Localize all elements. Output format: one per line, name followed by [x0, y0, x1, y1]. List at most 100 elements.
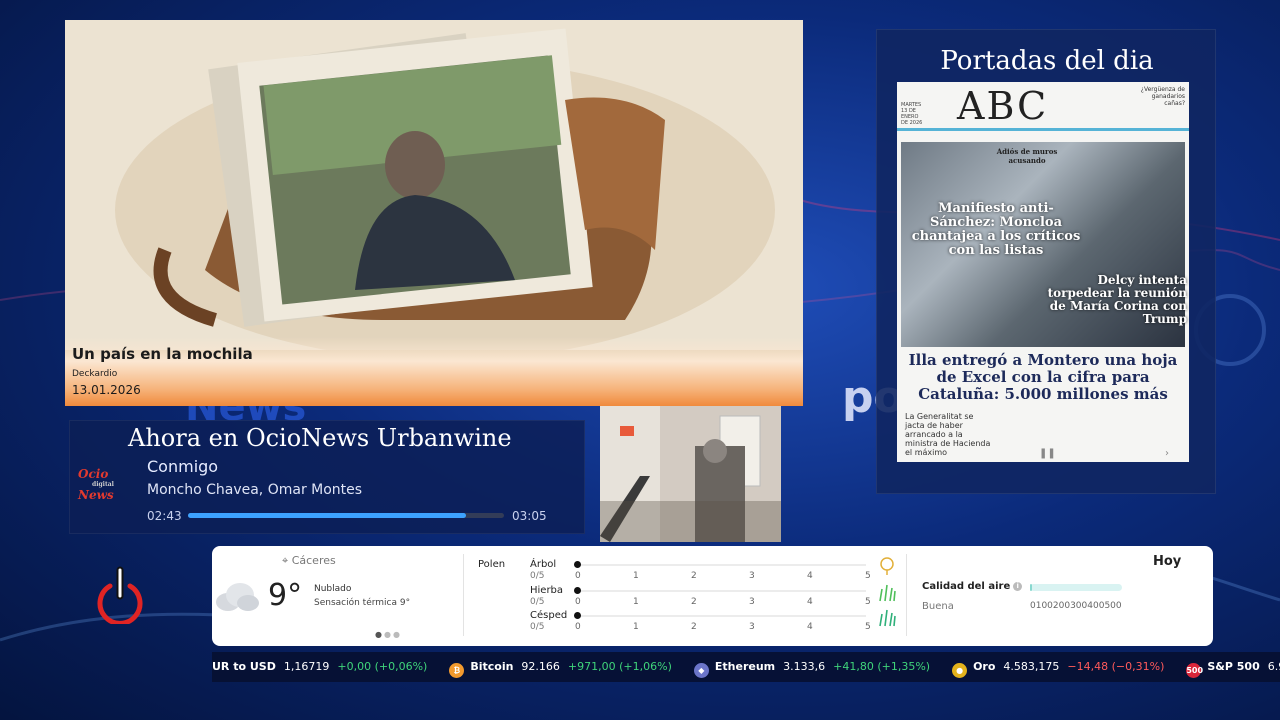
paper-rule [897, 128, 1189, 131]
ticker-name: Ethereum [714, 660, 776, 673]
ticker-price: 92.166 [521, 660, 560, 673]
pollen-scale-tick: 5 [865, 597, 871, 607]
weather-condition: Nublado [314, 584, 352, 594]
air-quality-scale: 0100200300400500 [1030, 601, 1122, 611]
pause-icon[interactable]: ❚❚ [1039, 448, 1056, 459]
carousel-dots[interactable]: ●●● [375, 630, 402, 639]
pollen-value: 0/5 [530, 571, 545, 581]
ticker-price: 1,16719 [283, 660, 330, 673]
pollen-scale-tick: 2 [691, 571, 697, 581]
pollen-level-dot [574, 612, 581, 619]
front-pages-panel: Portadas del dia MARTES 13 DE ENERO DE 2… [876, 29, 1216, 494]
ticker-price: 6.966,6 [1267, 660, 1280, 673]
video-card[interactable]: Un país en la mochila Deckardio 13.01.20… [65, 20, 803, 406]
location-pin-icon: ⌖ [282, 554, 289, 567]
air-quality-bar-fill [1030, 584, 1032, 591]
pollen-scale-tick: 2 [691, 597, 697, 607]
pollen-scale: 0 1 2 3 4 5 [575, 622, 871, 632]
pollen-scale-tick: 4 [807, 571, 813, 581]
market-ticker: UR to USD 1,16719 +0,00 (+0,06%) ₿ Bitcoin 92… [212, 652, 1280, 682]
video-date: 13.01.2026 [72, 383, 141, 397]
paper-headline-left: Manifiesto anti-Sánchez: Moncloa chantaj… [911, 201, 1081, 258]
total-time: 03:05 [512, 509, 547, 523]
pollen-label: Polen [478, 559, 506, 570]
pollen-name: Árbol [530, 559, 557, 570]
paper-date: MARTES 13 DE ENERO DE 2026 [901, 102, 923, 126]
pollen-row: Césped 0/5 0 1 2 3 4 5 [530, 609, 900, 636]
pollen-name: Césped [530, 610, 568, 621]
chevron-right-icon[interactable]: › [1165, 448, 1169, 459]
pollen-level-dot [574, 587, 581, 594]
pollen-scale-tick: 3 [749, 622, 755, 632]
pollen-row: Árbol 0/5 0 1 2 3 4 5 [530, 557, 900, 585]
station-logo: Ocio digital News [78, 467, 114, 502]
ticker-change: +971,00 (+1,06%) [567, 660, 672, 673]
pollen-scale: 0 1 2 3 4 5 [575, 571, 871, 581]
air-quality-bar [1030, 584, 1122, 591]
pollen-scale-tick: 1 [633, 622, 639, 632]
now-playing-panel: Ahora en OcioNews Urbanwine Ocio digital N… [69, 420, 585, 534]
pollen-scale-tick: 3 [749, 597, 755, 607]
chevron-left-icon[interactable]: ‹ [917, 448, 921, 459]
pollen-scale-tick: 0 [575, 622, 581, 632]
air-quality-label: Calidad del aire i [922, 581, 1023, 592]
ticker-name: S&P 500 [1207, 660, 1260, 673]
elapsed-time: 02:43 [147, 509, 182, 523]
pollen-scale-tick: 4 [807, 597, 813, 607]
ticker-change: +41,80 (+1,35%) [833, 660, 931, 673]
air-quality-text: Calidad del aire [922, 581, 1011, 592]
divider [463, 554, 464, 636]
webcam-image [600, 406, 781, 542]
grass-icon [879, 584, 896, 602]
asset-icon: ₿ [449, 663, 465, 678]
ticker-item[interactable]: ₿ Bitcoin 92.166 +971,00 (+1,06%) [449, 660, 672, 678]
pollen-track [576, 615, 866, 617]
weather-location[interactable]: ⌖ Cáceres [282, 554, 336, 568]
video-author: Deckardio [72, 369, 118, 379]
pollen-track [576, 590, 866, 592]
power-icon[interactable] [94, 566, 146, 624]
pollen-scale: 0 1 2 3 4 5 [575, 597, 871, 607]
progress-bar[interactable] [188, 513, 504, 518]
ticker-name: UR to USD [212, 660, 276, 673]
divider [906, 554, 907, 636]
pollen-scale-tick: 5 [865, 571, 871, 581]
pollen-scale-tick: 0 [575, 597, 581, 607]
paper-headline-right: Delcy intenta torpedear la reunión de Ma… [1047, 273, 1187, 326]
video-thumbnail [65, 20, 803, 350]
info-icon[interactable]: i [1013, 582, 1023, 591]
paper-masthead: ABC [957, 84, 1049, 128]
today-label[interactable]: Hoy [1153, 554, 1181, 569]
weather-widget: ⌖ Cáceres 9° Nublado Sensación térmica 9… [212, 546, 1213, 646]
newspaper-front-page[interactable]: MARTES 13 DE ENERO DE 2026 ABC ¿Vergüenz… [897, 82, 1189, 462]
ticker-item[interactable]: ● Oro 4.583,175 −14,48 (−0,31%) [952, 660, 1164, 678]
now-playing-heading: Ahora en OcioNews Urbanwine [128, 424, 512, 452]
paper-main-headline: Illa entregó a Montero una hoja de Excel… [908, 351, 1178, 403]
pollen-scale-tick: 2 [691, 622, 697, 632]
pollen-scale-tick: 4 [807, 622, 813, 632]
cloud-icon [216, 583, 259, 611]
ticker-change: +0,00 (+0,06%) [337, 660, 428, 673]
air-quality-status: Buena [922, 601, 954, 612]
pollen-name: Hierba [530, 585, 564, 596]
ticker-item[interactable]: ◆ Ethereum 3.133,6 +41,80 (+1,35%) [693, 660, 931, 678]
ticker-item[interactable]: 500S&P 5006.966,6−6,40 (−0,09%) [1186, 660, 1280, 678]
lawn-icon [879, 609, 896, 627]
pollen-scale-tick: 5 [865, 622, 871, 632]
asset-icon: ● [952, 663, 968, 678]
pollen-scale-tick: 1 [633, 571, 639, 581]
video-caption: Un país en la mochila Deckardio 13.01.20… [65, 337, 803, 406]
ticker-item[interactable]: UR to USD 1,16719 +0,00 (+0,06%) [212, 660, 427, 673]
video-title[interactable]: Un país en la mochila [72, 345, 796, 363]
paper-navigation: ‹ ❚❚ › [897, 448, 1189, 462]
song-title: Conmigo [147, 457, 219, 476]
ticker-price: 3.133,6 [783, 660, 826, 673]
asset-icon: ◆ [693, 663, 709, 678]
ticker-name: Bitcoin [470, 660, 514, 673]
pollen-row: Hierba 0/5 0 1 2 3 4 5 [530, 584, 900, 611]
ticker-name: Oro [973, 660, 996, 673]
pollen-value: 0/5 [530, 622, 545, 632]
weather-temperature: 9° [268, 578, 303, 613]
pollen-scale-tick: 1 [633, 597, 639, 607]
webcam-feed [600, 406, 781, 542]
